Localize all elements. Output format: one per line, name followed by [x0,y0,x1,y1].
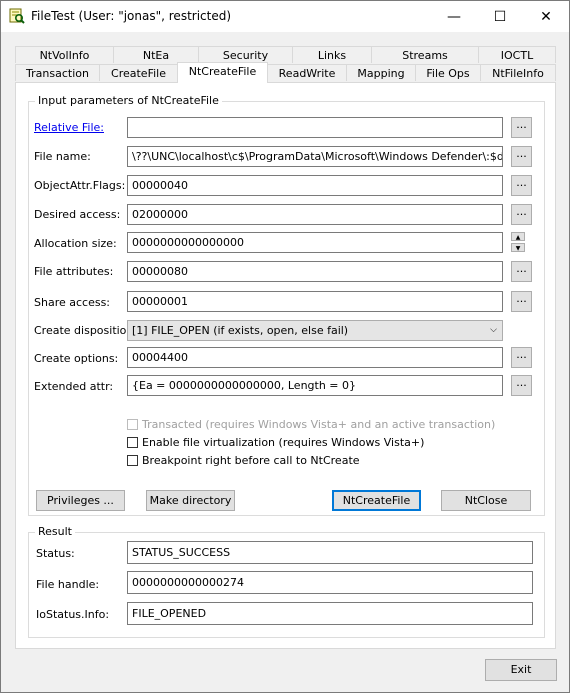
tab-readwrite[interactable]: ReadWrite [267,64,347,81]
minimize-button[interactable]: — [431,1,477,32]
share-access-browse-button[interactable]: ... [511,291,532,312]
app-icon [9,8,25,24]
tab-ioctl[interactable]: IOCTL [478,46,556,63]
desired-access-input[interactable]: 02000000 [127,204,503,225]
breakpoint-checkbox[interactable]: Breakpoint right before call to NtCreate [127,454,360,467]
iostatus-info-label: IoStatus.Info: [36,608,110,621]
share-access-label: Share access: [34,296,111,309]
file-attributes-input[interactable]: 00000080 [127,261,503,282]
file-handle-value: 0000000000000274 [127,571,533,594]
tab-links[interactable]: Links [292,46,372,63]
tab-security[interactable]: Security [198,46,293,63]
create-disposition-value: [1] FILE_OPEN (if exists, open, else fai… [132,324,349,337]
relative-file-input[interactable] [127,117,503,138]
spin-up-icon[interactable]: ▲ [511,232,525,241]
file-name-browse-button[interactable]: ... [511,146,532,167]
privileges-button[interactable]: Privileges ... [36,490,125,511]
allocation-size-spinner[interactable]: ▲ ▼ [511,232,526,253]
tab-transaction[interactable]: Transaction [15,64,100,81]
transacted-label: Transacted (requires Windows Vista+ and … [142,418,496,431]
maximize-icon: ☐ [493,8,507,25]
exit-button[interactable]: Exit [485,659,557,681]
tab-row-back: NtVolInfo NtEa Security Links Streams IO… [1,46,569,64]
breakpoint-label[interactable]: Breakpoint right before call to NtCreate [142,454,360,467]
relative-file-link[interactable]: Relative File: [34,121,104,134]
tab-createfile[interactable]: CreateFile [99,64,178,81]
tab-ntcreatefile[interactable]: NtCreateFile [177,62,268,83]
ntcreatefile-button[interactable]: NtCreateFile [332,490,421,511]
input-group-legend: Input parameters of NtCreateFile [35,94,222,107]
extended-attr-label: Extended attr: [34,380,114,393]
checkbox-box[interactable] [127,437,138,448]
relative-file-browse-button[interactable]: ... [511,117,532,138]
create-options-browse-button[interactable]: ... [511,347,532,368]
file-name-label: File name: [34,150,91,163]
create-disposition-select[interactable]: [1] FILE_OPEN (if exists, open, else fai… [127,320,503,341]
checkbox-box[interactable] [127,455,138,466]
transacted-checkbox: Transacted (requires Windows Vista+ and … [127,418,495,431]
status-value: STATUS_SUCCESS [127,541,533,564]
checkbox-box [127,419,138,430]
tab-ntfileinfo[interactable]: NtFileInfo [480,64,556,81]
make-directory-button[interactable]: Make directory [146,490,235,511]
objectattr-flags-input[interactable]: 00000040 [127,175,503,196]
close-button[interactable]: ✕ [523,1,569,32]
title-bar: FileTest (User: "jonas", restricted) — ☐… [1,1,569,32]
tab-row-front: Transaction CreateFile NtCreateFile Read… [1,62,569,83]
iostatus-info-value: FILE_OPENED [127,602,533,625]
create-disposition-label: Create disposition: [34,324,138,337]
file-virtualization-checkbox[interactable]: Enable file virtualization (requires Win… [127,436,424,449]
ntclose-button[interactable]: NtClose [441,490,531,511]
window-title: FileTest (User: "jonas", restricted) [31,9,232,23]
file-name-input[interactable]: \??\UNC\localhost\c$\ProgramData\Microso… [127,146,503,167]
create-options-label: Create options: [34,352,119,365]
file-attributes-browse-button[interactable]: ... [511,261,532,282]
tab-streams[interactable]: Streams [371,46,479,63]
close-icon: ✕ [540,8,552,25]
allocation-size-input[interactable]: 0000000000000000 [127,232,503,253]
desired-access-label: Desired access: [34,208,121,221]
file-attributes-label: File attributes: [34,265,114,278]
app-window: FileTest (User: "jonas", restricted) — ☐… [0,0,570,693]
create-options-input[interactable]: 00004400 [127,347,503,368]
extended-attr-browse-button[interactable]: ... [511,375,532,396]
objectattr-flags-browse-button[interactable]: ... [511,175,532,196]
tab-ntea[interactable]: NtEa [113,46,199,63]
extended-attr-input[interactable]: {Ea = 0000000000000000, Length = 0} [127,375,503,396]
objectattr-flags-label: ObjectAttr.Flags: [34,179,126,192]
chevron-down-icon: ⌵ [490,325,497,335]
allocation-size-label: Allocation size: [34,237,117,250]
tab-file-ops[interactable]: File Ops [415,64,481,81]
result-group-legend: Result [35,525,75,538]
tab-panel: Input parameters of NtCreateFile Relativ… [15,82,556,649]
desired-access-browse-button[interactable]: ... [511,204,532,225]
file-handle-label: File handle: [36,578,100,591]
maximize-button[interactable]: ☐ [477,1,523,32]
status-label: Status: [36,547,75,560]
share-access-input[interactable]: 00000001 [127,291,503,312]
minimize-icon: — [447,8,461,25]
tab-mapping[interactable]: Mapping [346,64,416,81]
file-virtualization-label[interactable]: Enable file virtualization (requires Win… [142,436,424,449]
tab-ntvolinfo[interactable]: NtVolInfo [15,46,114,63]
spin-down-icon[interactable]: ▼ [511,243,525,252]
